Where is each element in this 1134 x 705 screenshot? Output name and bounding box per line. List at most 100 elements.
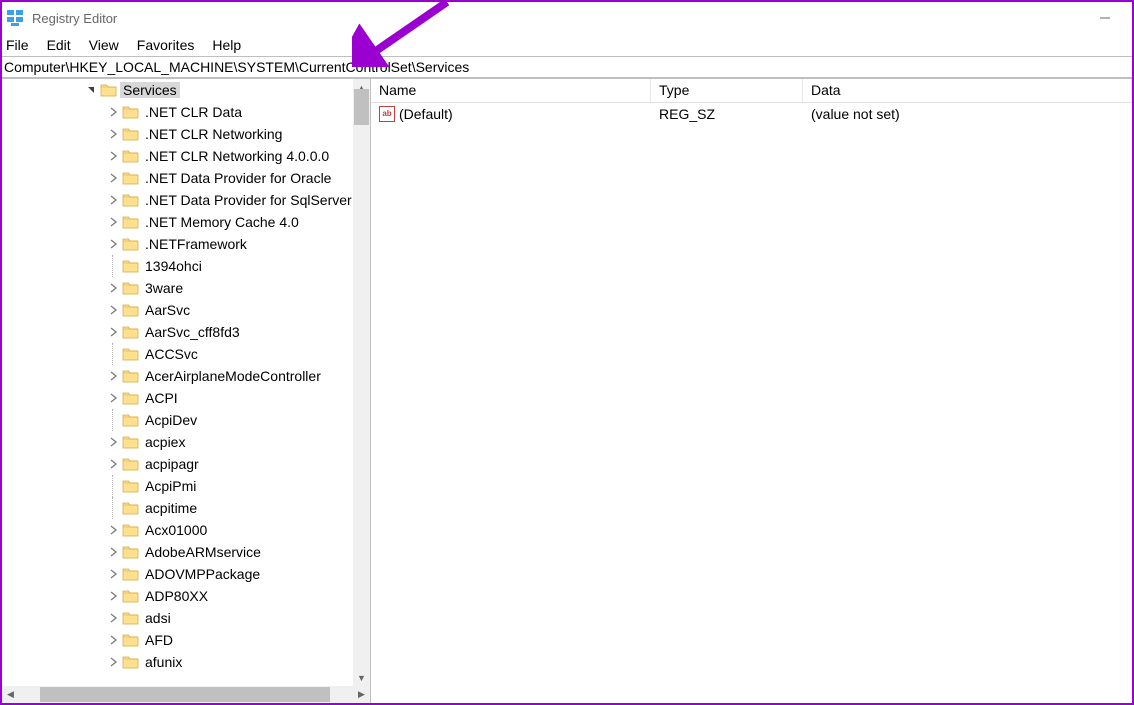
tree-item[interactable]: AcerAirplaneModeController [2,365,353,387]
tree-item-label: .NET CLR Networking 4.0.0.0 [142,148,332,164]
folder-icon [122,413,139,427]
chevron-right-icon[interactable] [106,523,120,537]
folder-icon [122,567,139,581]
regedit-app-icon [6,9,24,27]
tree-item[interactable]: AcpiPmi [2,475,353,497]
chevron-right-icon[interactable] [106,391,120,405]
chevron-right-icon[interactable] [106,633,120,647]
tree-horizontal-scrollbar[interactable]: ◀ ▶ [2,686,370,703]
scroll-right-icon[interactable]: ▶ [353,686,370,703]
chevron-right-icon[interactable] [106,127,120,141]
minimize-button[interactable] [1082,2,1128,34]
tree-item[interactable]: afunix [2,651,353,673]
tree-line [106,343,120,365]
values-list[interactable]: ab(Default)REG_SZ(value not set) [371,103,1132,703]
tree-line [106,255,120,277]
menu-bar: File Edit View Favorites Help [2,34,1132,56]
tree-item[interactable]: .NET CLR Data [2,101,353,123]
chevron-right-icon[interactable] [106,105,120,119]
folder-icon [122,391,139,405]
chevron-right-icon[interactable] [106,457,120,471]
menu-help[interactable]: Help [208,36,251,54]
tree-item[interactable]: .NET CLR Networking 4.0.0.0 [2,145,353,167]
tree-item[interactable]: AcpiDev [2,409,353,431]
chevron-right-icon[interactable] [106,655,120,669]
tree-item[interactable]: AFD [2,629,353,651]
menu-favorites[interactable]: Favorites [133,36,205,54]
tree-item-label: AarSvc_cff8fd3 [142,324,243,340]
tree-item[interactable]: ADP80XX [2,585,353,607]
tree-item-label: ACCSvc [142,346,201,362]
scroll-left-icon[interactable]: ◀ [2,686,19,703]
address-bar [2,56,1132,78]
scroll-thumb[interactable] [40,687,330,702]
tree-item-label: .NET CLR Data [142,104,245,120]
chevron-right-icon[interactable] [106,435,120,449]
tree-item-label: .NET Data Provider for SqlServer [142,192,353,208]
tree-item[interactable]: .NET CLR Networking [2,123,353,145]
column-data[interactable]: Data [803,79,1132,102]
tree-item[interactable]: acpiex [2,431,353,453]
chevron-right-icon[interactable] [106,303,120,317]
tree-item-label: ACPI [142,390,181,406]
folder-icon [122,105,139,119]
folder-icon [122,127,139,141]
tree-item[interactable]: AarSvc_cff8fd3 [2,321,353,343]
chevron-right-icon[interactable] [106,281,120,295]
tree-item-label: .NETFramework [142,236,250,252]
window-title: Registry Editor [32,11,117,26]
tree-item-services[interactable]: Services [2,79,353,101]
main-area: Services .NET CLR Data .NET CLR Networking… [2,78,1132,703]
column-name[interactable]: Name [371,79,651,102]
chevron-down-icon[interactable] [84,83,98,97]
tree-item[interactable]: ACCSvc [2,343,353,365]
tree-item[interactable]: ACPI [2,387,353,409]
chevron-right-icon[interactable] [106,149,120,163]
chevron-right-icon[interactable] [106,193,120,207]
tree-vertical-scrollbar[interactable]: ▲ ▼ [353,79,370,686]
tree-item[interactable]: AarSvc [2,299,353,321]
chevron-right-icon[interactable] [106,567,120,581]
menu-edit[interactable]: Edit [43,36,81,54]
value-row[interactable]: ab(Default)REG_SZ(value not set) [371,103,1132,125]
scroll-thumb[interactable] [354,89,369,125]
tree-item[interactable]: acpipagr [2,453,353,475]
chevron-right-icon[interactable] [106,545,120,559]
tree-item-label: ADP80XX [142,588,211,604]
chevron-right-icon[interactable] [106,589,120,603]
scroll-down-icon[interactable]: ▼ [353,669,370,686]
folder-icon [122,589,139,603]
tree-item[interactable]: .NET Data Provider for SqlServer [2,189,353,211]
tree-item[interactable]: .NET Data Provider for Oracle [2,167,353,189]
tree-item[interactable]: acpitime [2,497,353,519]
column-type[interactable]: Type [651,79,803,102]
window-controls [1082,2,1128,34]
chevron-right-icon[interactable] [106,369,120,383]
tree-item[interactable]: 1394ohci [2,255,353,277]
tree-item[interactable]: Acx01000 [2,519,353,541]
chevron-right-icon[interactable] [106,171,120,185]
registry-tree[interactable]: Services .NET CLR Data .NET CLR Networking… [2,79,353,686]
tree-item[interactable]: .NETFramework [2,233,353,255]
chevron-right-icon[interactable] [106,325,120,339]
address-input[interactable] [2,57,1132,77]
tree-item-label: acpitime [142,500,200,516]
tree-item[interactable]: .NET Memory Cache 4.0 [2,211,353,233]
tree-item[interactable]: 3ware [2,277,353,299]
folder-icon [122,435,139,449]
tree-item-label: Services [120,82,180,98]
tree-item[interactable]: ADOVMPPackage [2,563,353,585]
folder-icon [122,149,139,163]
chevron-right-icon[interactable] [106,237,120,251]
folder-icon [122,347,139,361]
folder-icon [122,501,139,515]
chevron-right-icon[interactable] [106,611,120,625]
menu-view[interactable]: View [85,36,129,54]
tree-item[interactable]: adsi [2,607,353,629]
chevron-right-icon[interactable] [106,215,120,229]
tree-line [106,475,120,497]
tree-item[interactable]: AdobeARMservice [2,541,353,563]
tree-item-label: AarSvc [142,302,193,318]
menu-file[interactable]: File [4,36,39,54]
folder-icon [122,303,139,317]
